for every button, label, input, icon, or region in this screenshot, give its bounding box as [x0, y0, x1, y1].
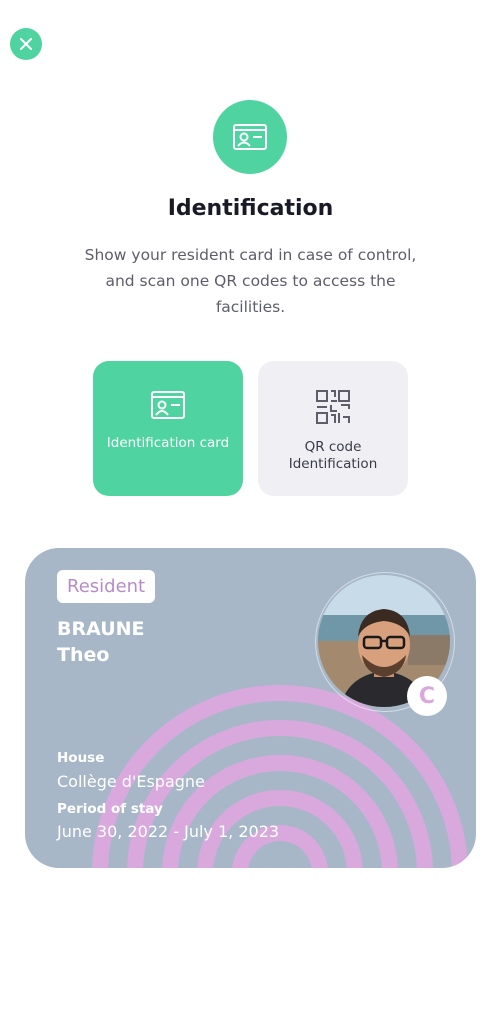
period-value: June 30, 2022 - July 1, 2023: [57, 822, 280, 841]
tab-qr-code-identification-label: QR code Identification: [288, 439, 378, 472]
first-name: Theo: [57, 644, 110, 666]
logo-letter: C: [418, 683, 436, 709]
last-name: BRAUNE: [57, 618, 145, 640]
page-title: Identification: [167, 196, 334, 221]
close-button[interactable]: [10, 28, 42, 60]
house-value: Collège d'Espagne: [57, 772, 205, 791]
identification-hero-icon: [213, 100, 287, 174]
resident-card: Resident BRAUNE Theo House Collège d'Esp…: [25, 548, 476, 868]
period-label: Period of stay: [57, 801, 163, 817]
qr-code-icon: [316, 390, 350, 424]
tab-qr-code-identification[interactable]: QR code Identification: [258, 361, 408, 496]
id-card-icon: [233, 124, 267, 150]
resident-badge: Resident: [57, 570, 156, 603]
tab-identification-card-label: Identification card: [106, 435, 230, 451]
close-icon: [20, 38, 32, 50]
id-card-icon: [151, 391, 185, 419]
page-subtitle: Show your resident card in case of contr…: [84, 246, 417, 316]
college-logo: C: [407, 676, 447, 716]
tab-identification-card[interactable]: Identification card: [93, 361, 243, 496]
house-label: House: [57, 750, 105, 766]
